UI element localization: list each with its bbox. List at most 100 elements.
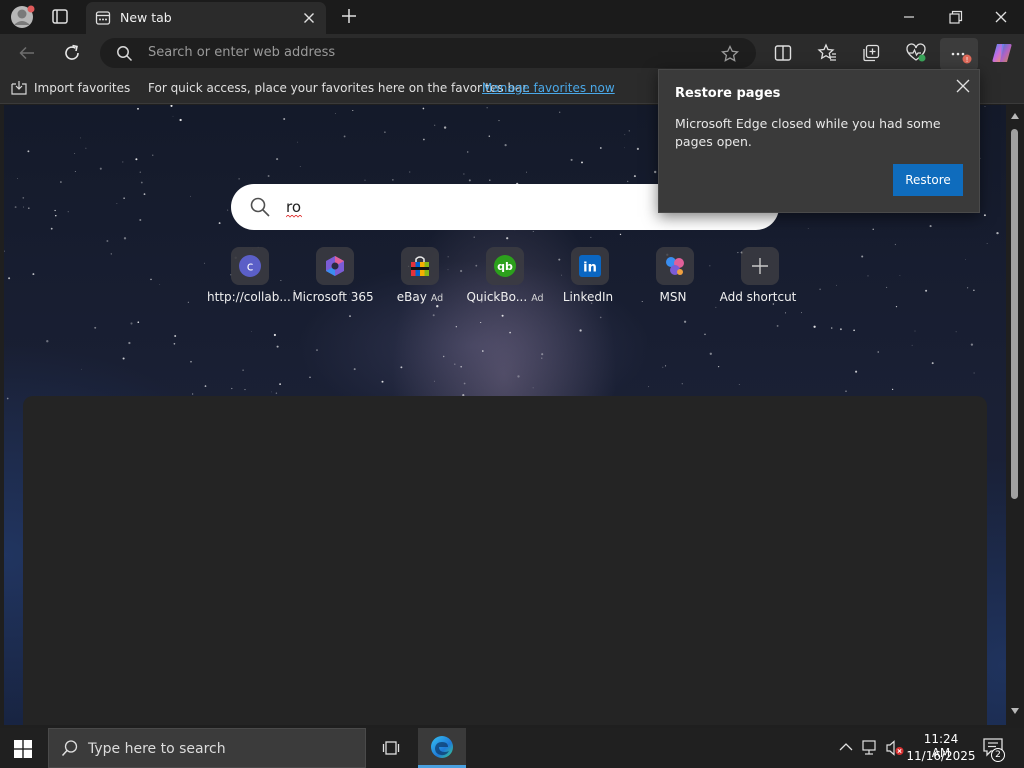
- star: [433, 380, 435, 382]
- scroll-up-icon[interactable]: [1011, 113, 1019, 119]
- minimize-icon[interactable]: [896, 8, 922, 26]
- close-icon[interactable]: [955, 78, 971, 94]
- copilot-icon[interactable]: [990, 41, 1014, 65]
- star: [116, 203, 118, 204]
- tab-actions-icon[interactable]: [48, 6, 72, 28]
- star: [204, 385, 207, 387]
- back-icon[interactable]: [16, 42, 38, 64]
- volume-muted-icon[interactable]: [886, 740, 904, 756]
- star: [400, 366, 403, 369]
- favorites-icon[interactable]: [816, 42, 838, 64]
- star: [532, 231, 534, 232]
- star: [60, 181, 62, 183]
- performance-icon[interactable]: [905, 42, 927, 64]
- star-icon[interactable]: [720, 44, 740, 64]
- collections-icon[interactable]: [860, 42, 882, 64]
- import-favorites-icon[interactable]: [10, 80, 28, 96]
- star: [46, 340, 49, 343]
- star: [619, 233, 622, 236]
- star: [74, 171, 76, 172]
- star: [807, 228, 809, 229]
- svg-text:in: in: [583, 261, 597, 276]
- microsoft365-icon: [316, 247, 354, 285]
- shortcut-tile-ebay[interactable]: eBay Ad: [377, 247, 463, 311]
- star: [334, 112, 336, 114]
- svg-text:qb: qb: [497, 260, 513, 273]
- ebay-bag-icon: [401, 247, 439, 285]
- star: [460, 365, 463, 368]
- page-scrollbar[interactable]: [1006, 105, 1024, 725]
- close-window-icon[interactable]: [988, 6, 1014, 28]
- add-shortcut-tile[interactable]: Add shortcut: [717, 247, 803, 311]
- star: [434, 124, 436, 126]
- star: [190, 360, 192, 363]
- star: [662, 366, 664, 368]
- star: [836, 284, 837, 286]
- star: [665, 365, 667, 367]
- star: [872, 228, 874, 230]
- star: [99, 167, 102, 170]
- shortcut-label: QuickBo... Ad: [466, 290, 544, 304]
- star: [704, 333, 706, 336]
- taskbar-search-box[interactable]: Type here to search: [48, 728, 366, 768]
- star: [480, 321, 482, 324]
- star: [526, 171, 527, 173]
- star: [559, 111, 561, 113]
- more-options-icon[interactable]: !: [940, 38, 978, 70]
- search-icon: [249, 196, 271, 218]
- star: [853, 329, 855, 332]
- shortcut-tile-collab[interactable]: c http://collab...: [207, 247, 293, 311]
- restore-window-icon[interactable]: [942, 6, 968, 28]
- task-view-icon[interactable]: [382, 738, 402, 758]
- taskbar-edge-button[interactable]: [418, 728, 466, 768]
- star: [159, 284, 161, 285]
- star: [983, 214, 986, 217]
- star: [709, 352, 712, 355]
- shortcut-tile-msn[interactable]: MSN: [632, 247, 718, 311]
- quickbooks-icon: qb: [486, 247, 524, 285]
- shortcut-tile-quickbooks[interactable]: qb QuickBo... Ad: [462, 247, 548, 311]
- search-icon: [116, 45, 133, 62]
- manage-favorites-link[interactable]: Manage favorites now: [482, 81, 615, 95]
- star: [813, 325, 816, 328]
- star: [498, 120, 500, 122]
- scroll-down-icon[interactable]: [1011, 708, 1019, 714]
- chevron-up-icon[interactable]: [839, 742, 853, 752]
- address-bar[interactable]: Search or enter web address: [100, 38, 756, 68]
- network-icon[interactable]: [862, 740, 880, 756]
- split-screen-icon[interactable]: [772, 42, 794, 64]
- star: [633, 175, 636, 178]
- import-favorites-button[interactable]: Import favorites: [34, 81, 130, 95]
- star: [123, 237, 127, 240]
- star: [273, 333, 276, 337]
- star: [173, 342, 176, 345]
- restore-pages-dialog: Restore pages Microsoft Edge closed whil…: [658, 69, 980, 213]
- tab-new-tab[interactable]: New tab: [86, 2, 326, 34]
- restore-button[interactable]: Restore: [893, 164, 963, 196]
- windows-start-icon[interactable]: [14, 740, 32, 758]
- star: [187, 301, 189, 303]
- star: [443, 126, 447, 129]
- star: [624, 134, 626, 136]
- plus-icon: [741, 247, 779, 285]
- star: [541, 353, 544, 356]
- tab-close-icon[interactable]: [300, 9, 318, 27]
- star: [238, 178, 240, 180]
- refresh-icon[interactable]: [60, 41, 84, 65]
- shortcut-tile-linkedin[interactable]: in LinkedIn: [547, 247, 633, 311]
- star: [967, 287, 969, 289]
- clock-date[interactable]: 11/16/2025: [906, 749, 976, 763]
- star: [270, 391, 272, 393]
- star: [276, 158, 279, 161]
- msn-icon: [656, 247, 694, 285]
- star: [94, 326, 97, 329]
- star: [717, 365, 720, 368]
- navigation-toolbar: Search or enter web address !: [0, 34, 1024, 72]
- star: [203, 262, 206, 264]
- star: [579, 329, 582, 332]
- star: [384, 131, 386, 133]
- shortcut-tile-microsoft-365[interactable]: Microsoft 365: [292, 247, 378, 311]
- new-tab-plus-icon[interactable]: [338, 5, 360, 27]
- profile-avatar-icon[interactable]: [8, 4, 36, 30]
- scrollbar-thumb[interactable]: [1011, 129, 1018, 499]
